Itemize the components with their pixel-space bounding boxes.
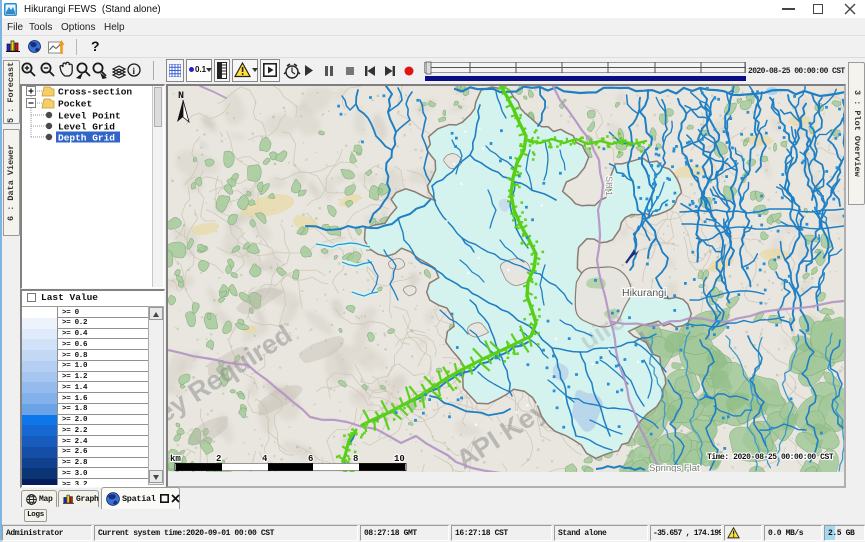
svg-text:Cross-section: Cross-section xyxy=(58,87,132,98)
svg-text:Springs Flat: Springs Flat xyxy=(649,463,700,472)
svg-text:8: 8 xyxy=(353,454,358,464)
svg-text:4: 4 xyxy=(262,454,268,464)
svg-text:Pocket: Pocket xyxy=(58,99,92,110)
svg-text:i: i xyxy=(133,66,136,76)
svg-text:Depth Grid: Depth Grid xyxy=(58,133,115,144)
svg-text:Level Point: Level Point xyxy=(58,111,121,122)
svg-text:Level Grid: Level Grid xyxy=(58,122,115,133)
svg-text:6: 6 xyxy=(308,454,313,464)
svg-text:2: 2 xyxy=(216,454,221,464)
svg-text:10: 10 xyxy=(394,454,405,464)
svg-text:km: km xyxy=(170,454,181,464)
svg-text:Time: 2020-08-25 00:00:00 CST: Time: 2020-08-25 00:00:00 CST xyxy=(707,453,834,462)
svg-text:Hikurangi: Hikurangi xyxy=(622,287,666,299)
svg-text:SH 1: SH 1 xyxy=(604,176,614,196)
